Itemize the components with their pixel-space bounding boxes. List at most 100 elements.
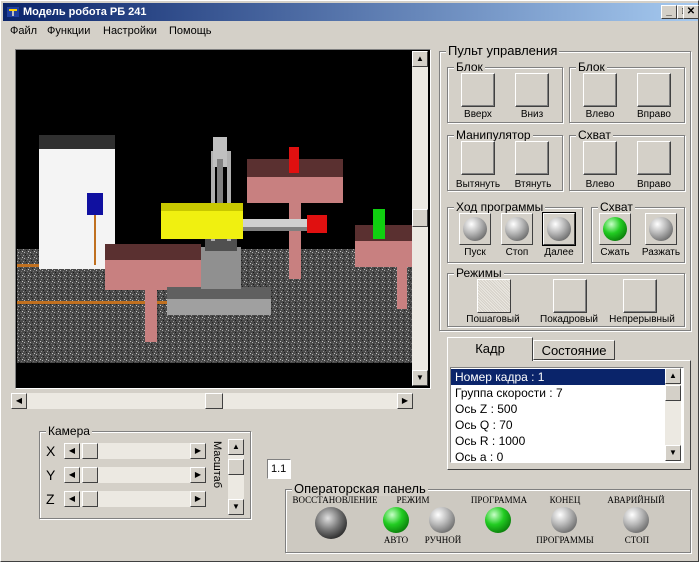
clamp-indicator-icon xyxy=(603,217,627,241)
list-scroll-thumb[interactable] xyxy=(665,385,681,401)
manual-label: РУЧНОЙ xyxy=(424,535,462,545)
mode-continuous-label: Непрерывный xyxy=(609,314,675,325)
program-run-title: Ход программы xyxy=(454,200,546,214)
block-left-button[interactable] xyxy=(583,73,617,107)
vscroll-down-arrow[interactable]: ▼ xyxy=(412,370,428,386)
restore-label: ВОССТАНОВЛЕНИЕ xyxy=(292,495,378,505)
scale-down-arrow[interactable]: ▼ xyxy=(228,499,244,515)
mode-continuous-button[interactable] xyxy=(623,279,657,313)
end-bottom-label: ПРОГРАММЫ xyxy=(536,535,594,545)
camera-z-right-arrow[interactable]: ▶ xyxy=(190,491,206,507)
list-item[interactable]: Ось R : 1000 xyxy=(451,433,665,449)
mode-label: РЕЖИМ xyxy=(396,495,430,505)
main-window: Модель робота РБ 241 _ □ ✕ Файл Функции … xyxy=(0,0,699,562)
camera-z-left-arrow[interactable]: ◀ xyxy=(64,491,80,507)
mode-step-button[interactable] xyxy=(477,279,511,313)
stop-button[interactable] xyxy=(501,213,533,245)
program-label: ПРОГРАММА xyxy=(470,495,528,505)
vscroll-up-arrow[interactable]: ▲ xyxy=(412,51,428,67)
scale-up-arrow[interactable]: ▲ xyxy=(228,439,244,455)
block-down-button[interactable] xyxy=(515,73,549,107)
release-indicator-icon xyxy=(649,217,673,241)
title-bar[interactable]: Модель робота РБ 241 _ □ xyxy=(3,3,698,21)
list-item[interactable]: Ось Z : 500 xyxy=(451,401,665,417)
menu-help[interactable]: Помощь xyxy=(169,25,212,37)
scale-value-field[interactable]: 1.1 xyxy=(267,459,291,479)
scale-thumb[interactable] xyxy=(228,459,244,475)
block-horizontal-title: Блок xyxy=(576,60,607,74)
camera-x-thumb[interactable] xyxy=(82,443,98,459)
control-panel-title: Пульт управления xyxy=(446,43,560,58)
stop-label: Стоп xyxy=(505,247,529,258)
list-item[interactable]: Ось а : 0 xyxy=(451,449,665,462)
block-vertical-title: Блок xyxy=(454,60,485,74)
next-button[interactable] xyxy=(542,212,576,246)
mode-frame-label: Покадровый xyxy=(540,314,598,325)
emergency-stop-indicator-icon[interactable] xyxy=(623,507,649,533)
block-right-button[interactable] xyxy=(637,73,671,107)
modes-title: Режимы xyxy=(454,266,504,280)
close-button[interactable]: ✕ xyxy=(683,5,699,19)
camera-z-label: Z xyxy=(46,491,55,507)
camera-y-left-arrow[interactable]: ◀ xyxy=(64,467,80,483)
minimize-button[interactable]: _ xyxy=(661,5,677,19)
clamp-button[interactable] xyxy=(599,213,631,245)
menu-file[interactable]: Файл xyxy=(10,25,37,37)
start-button[interactable] xyxy=(459,213,491,245)
end-top-label: КОНЕЦ xyxy=(549,495,581,505)
menu-settings[interactable]: Настройки xyxy=(103,25,157,37)
manual-indicator-icon[interactable] xyxy=(429,507,455,533)
block-up-button[interactable] xyxy=(461,73,495,107)
camera-y-thumb[interactable] xyxy=(82,467,98,483)
block-left-label: Влево xyxy=(585,109,615,120)
camera-x-right-arrow[interactable]: ▶ xyxy=(190,443,206,459)
gripper-rotate-title: Схват xyxy=(576,128,613,142)
menu-functions[interactable]: Функции xyxy=(47,25,90,37)
mode-step-label: Пошаговый xyxy=(466,314,520,325)
start-label: Пуск xyxy=(464,247,486,258)
scale-label: Масштаб xyxy=(211,441,223,489)
gripper-left-button[interactable] xyxy=(583,141,617,175)
gripper-left-label: Влево xyxy=(585,179,615,190)
camera-x-label: X xyxy=(46,443,56,459)
list-up-arrow[interactable]: ▲ xyxy=(665,368,681,384)
frame-listbox[interactable]: Номер кадра : 1 Группа скорости : 7 Ось … xyxy=(450,367,684,463)
list-down-arrow[interactable]: ▼ xyxy=(665,445,681,461)
scene-viewport[interactable] xyxy=(17,51,412,387)
start-indicator-icon xyxy=(463,217,487,241)
release-label: Разжать xyxy=(641,247,681,258)
tab-frame[interactable]: Кадр xyxy=(447,337,533,361)
block-down-label: Вниз xyxy=(520,109,544,120)
gripper-right-button[interactable] xyxy=(637,141,671,175)
hscroll-thumb[interactable] xyxy=(205,393,223,409)
next-label: Далее xyxy=(544,247,574,258)
program-indicator-icon[interactable] xyxy=(485,507,511,533)
tab-state[interactable]: Состояние xyxy=(533,340,615,360)
mode-frame-button[interactable] xyxy=(553,279,587,313)
emergency-top-label: АВАРИЙНЫЙ xyxy=(607,495,665,505)
retract-button[interactable] xyxy=(515,141,549,175)
camera-z-thumb[interactable] xyxy=(82,491,98,507)
menu-bar: Файл Функции Настройки Помощь xyxy=(3,22,698,40)
camera-x-left-arrow[interactable]: ◀ xyxy=(64,443,80,459)
release-button[interactable] xyxy=(645,213,677,245)
operator-panel-title: Операторская панель xyxy=(292,481,428,496)
list-item[interactable]: Ось Q : 70 xyxy=(451,417,665,433)
auto-indicator-icon[interactable] xyxy=(383,507,409,533)
auto-label: АВТО xyxy=(383,535,409,545)
gripper-right-label: Вправо xyxy=(637,179,671,190)
end-program-indicator-icon[interactable] xyxy=(551,507,577,533)
hscroll-left-arrow[interactable]: ◀ xyxy=(11,393,27,409)
camera-y-right-arrow[interactable]: ▶ xyxy=(190,467,206,483)
list-item[interactable]: Группа скорости : 7 xyxy=(451,385,665,401)
extend-label: Вытянуть xyxy=(455,179,501,190)
extend-button[interactable] xyxy=(461,141,495,175)
retract-label: Втянуть xyxy=(514,179,552,190)
list-item[interactable]: Номер кадра : 1 xyxy=(451,369,667,385)
stop-indicator-icon xyxy=(505,217,529,241)
restore-button[interactable] xyxy=(315,507,347,539)
manipulator-title: Манипулятор xyxy=(454,128,533,142)
hscroll-right-arrow[interactable]: ▶ xyxy=(397,393,413,409)
window-title: Модель робота РБ 241 xyxy=(23,6,147,18)
vscroll-thumb[interactable] xyxy=(412,209,428,227)
